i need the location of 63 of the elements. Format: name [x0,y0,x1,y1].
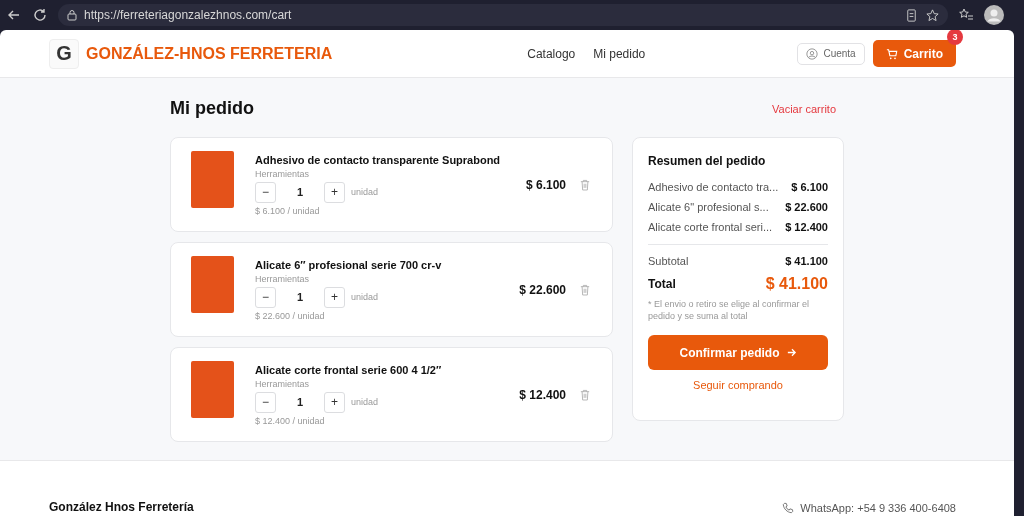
unit-price: $ 22.600 / unidad [255,310,326,321]
increase-button[interactable]: + [324,286,345,308]
unit-price: $ 12.400 / unidad [255,415,326,426]
store-logo[interactable]: G [49,38,79,69]
decrease-button[interactable]: − [255,181,276,203]
favorites-icon[interactable] [958,7,974,23]
user-icon [806,47,819,60]
item-total: $ 22.600 [519,282,566,297]
summary-item-name: Alicate 6" profesional s... [648,201,769,213]
product-photo-placeholder [191,256,234,313]
unit-label: unidad [351,397,379,407]
product-name: Alicate 6″ profesional serie 700 cr-v [255,258,443,271]
footer-store-name: González Hnos Ferretería [49,500,194,514]
product-category: Herramientas [255,378,311,389]
quantity-value: 1 [295,396,305,408]
reader-icon[interactable] [904,7,919,23]
total-amount: $ 41.100 [765,275,828,293]
item-total: $ 12.400 [519,387,566,402]
lock-icon [66,9,78,21]
reload-icon[interactable] [32,7,48,23]
cart-icon [885,47,898,60]
subtotal-amount: $ 41.100 [785,255,828,267]
unit-price: $ 6.100 / unidad [255,205,321,216]
increase-button[interactable]: + [324,181,345,203]
profile-avatar-icon[interactable] [984,5,1004,25]
unit-label: unidad [351,292,379,302]
summary-item-name: Adhesivo de contacto tra... [648,181,779,193]
page-title: Mi pedido [170,98,254,119]
whatsapp-contact[interactable]: WhatsApp: +54 9 336 400-6408 [800,502,956,514]
continue-shopping-link[interactable]: Seguir comprando [693,379,783,392]
summary-item-amount: $ 22.600 [785,201,828,213]
quantity-value: 1 [295,291,305,303]
product-name: Adhesivo de contacto transparente Suprabond [255,153,502,166]
total-label: Total [648,277,676,291]
increase-button[interactable]: + [324,391,345,413]
unit-label: unidad [351,187,379,197]
subtotal-label: Subtotal [648,255,689,267]
quantity-value: 1 [295,186,305,198]
arrow-right-icon [785,347,797,359]
decrease-button[interactable]: − [255,391,276,413]
star-icon[interactable] [925,7,940,23]
cart-button[interactable]: Carrito [872,40,956,67]
decrease-button[interactable]: − [255,286,276,308]
item-total: $ 6.100 [525,177,566,192]
summary-title: Resumen del pedido [648,154,767,168]
phone-icon [782,502,795,514]
product-category: Herramientas [255,273,311,284]
product-category: Herramientas [255,168,311,179]
confirm-order-button[interactable]: Confirmar pedido [648,335,828,371]
summary-item-amount: $ 12.400 [785,221,828,233]
cart-count-badge: 3 [947,30,963,45]
address-bar[interactable]: https://ferreteriagonzalezhnos.com/cart [58,4,948,26]
product-name: Alicate corte frontal serie 600 4 1/2″ [255,363,443,376]
product-photo-placeholder [191,151,234,208]
product-photo-placeholder [191,361,234,418]
nav-link[interactable]: Mi pedido [593,46,646,61]
clear-cart-link[interactable]: Vaciar carrito [772,102,836,115]
store-name[interactable]: GONZÁLEZ-HNOS FERRETERIA [86,44,333,63]
shipping-note: * El envio o retiro se elige al confirmar el pedido y se suma al total [648,298,811,323]
summary-item-name: Alicate corte frontal seri... [648,221,773,233]
account-button[interactable]: Cuenta [797,42,865,65]
nav-link[interactable]: Catalogo [527,46,576,61]
summary-item-amount: $ 6.100 [791,181,828,193]
